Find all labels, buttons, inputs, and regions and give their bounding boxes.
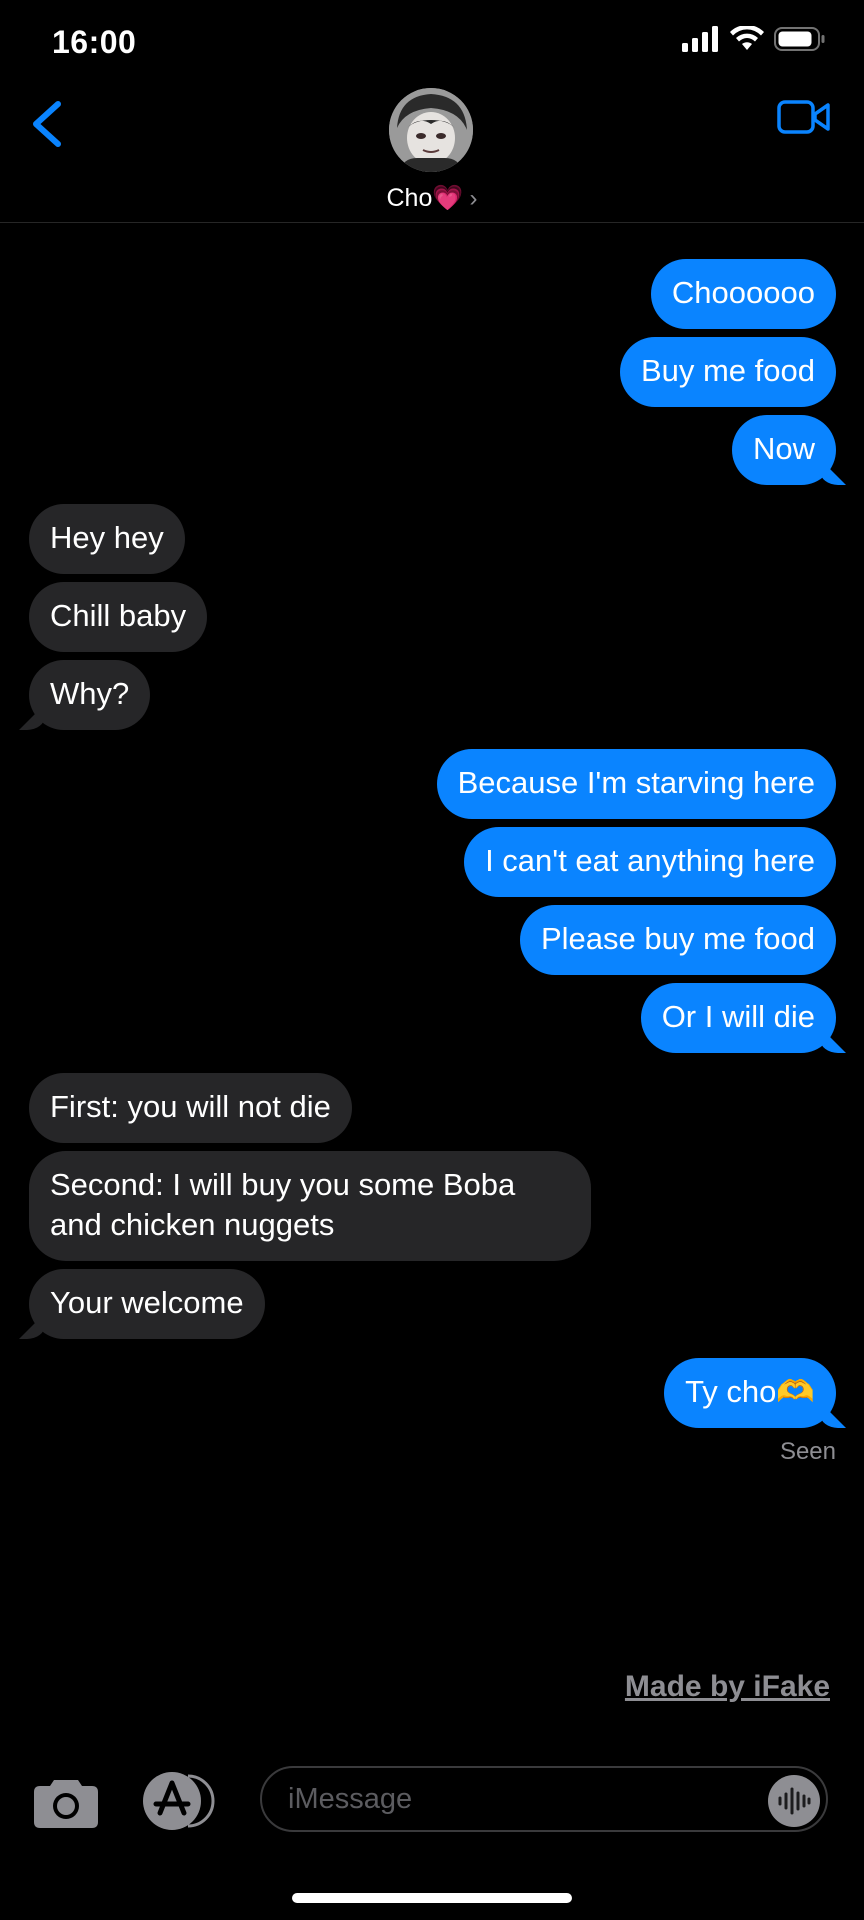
contact-name: Cho💗 bbox=[386, 184, 464, 212]
message-bubble[interactable]: Buy me food bbox=[619, 337, 836, 407]
message-text: Second: I will buy you some Boba and chi… bbox=[50, 1167, 516, 1242]
message-sent[interactable]: Because I'm starving here bbox=[436, 749, 836, 819]
message-sent[interactable]: Ty cho🫶 bbox=[664, 1358, 836, 1428]
message-bubble[interactable]: Now bbox=[731, 415, 836, 485]
audio-waveform-icon bbox=[778, 1787, 811, 1815]
message-bubble[interactable]: Ty cho🫶 bbox=[664, 1358, 836, 1428]
message-text: Buy me food bbox=[640, 353, 815, 388]
avatar-image bbox=[389, 88, 473, 172]
message-sent[interactable]: I can't eat anything here bbox=[464, 827, 836, 897]
video-camera-icon bbox=[777, 100, 830, 134]
message-text: Choooooo bbox=[671, 275, 815, 310]
contact-name-button[interactable]: Cho💗 › bbox=[0, 184, 864, 213]
voice-message-button[interactable] bbox=[768, 1775, 820, 1827]
message-sent[interactable]: Choooooo bbox=[650, 259, 836, 329]
message-text: Now bbox=[752, 431, 815, 466]
read-receipt: Seen bbox=[779, 1438, 836, 1465]
message-text: Hey hey bbox=[50, 520, 164, 555]
cellular-signal-icon bbox=[682, 26, 718, 52]
chevron-left-icon bbox=[33, 101, 61, 147]
app-store-button[interactable] bbox=[140, 1770, 218, 1832]
message-bubble[interactable]: First: you will not die bbox=[29, 1073, 352, 1143]
message-received[interactable]: Your welcome bbox=[29, 1269, 265, 1339]
wifi-icon bbox=[730, 26, 764, 50]
chevron-right-icon: › bbox=[469, 185, 478, 212]
message-text: Or I will die bbox=[661, 999, 815, 1034]
message-bubble[interactable]: Why? bbox=[29, 660, 151, 730]
message-bubble[interactable]: Please buy me food bbox=[519, 905, 836, 975]
message-composer bbox=[0, 1752, 864, 1920]
message-received[interactable]: Second: I will buy you some Boba and chi… bbox=[29, 1151, 591, 1261]
watermark-link[interactable]: Made by iFake bbox=[625, 1670, 830, 1704]
message-received[interactable]: Hey hey bbox=[29, 504, 185, 574]
home-indicator[interactable] bbox=[292, 1893, 572, 1903]
message-bubble[interactable]: I can't eat anything here bbox=[464, 827, 836, 897]
message-text: Ty cho🫶 bbox=[685, 1374, 815, 1409]
message-bubble[interactable]: Your welcome bbox=[29, 1269, 265, 1339]
message-bubble[interactable]: Or I will die bbox=[640, 983, 836, 1053]
message-text: I can't eat anything here bbox=[485, 843, 815, 878]
status-time: 16:00 bbox=[52, 24, 137, 60]
message-text: Why? bbox=[50, 676, 130, 711]
message-text: Because I'm starving here bbox=[457, 765, 815, 800]
camera-button[interactable] bbox=[32, 1772, 100, 1832]
imessage-input[interactable] bbox=[260, 1766, 828, 1832]
message-text: First: you will not die bbox=[50, 1089, 331, 1124]
back-button[interactable] bbox=[28, 96, 68, 152]
message-text: Please buy me food bbox=[540, 921, 815, 956]
status-bar: 16:00 bbox=[0, 0, 864, 84]
message-received[interactable]: First: you will not die bbox=[29, 1073, 352, 1143]
message-text: Your welcome bbox=[50, 1285, 244, 1320]
battery-icon bbox=[774, 27, 825, 51]
message-bubble[interactable]: Second: I will buy you some Boba and chi… bbox=[29, 1151, 591, 1261]
contact-avatar[interactable] bbox=[389, 88, 473, 172]
camera-icon bbox=[34, 1780, 98, 1828]
app-store-icon bbox=[143, 1772, 215, 1830]
message-sent[interactable]: Or I will die bbox=[640, 983, 836, 1053]
message-sent[interactable]: Please buy me food bbox=[519, 905, 836, 975]
message-bubble[interactable]: Choooooo bbox=[650, 259, 836, 329]
conversation-header: Cho💗 › bbox=[0, 84, 864, 223]
facetime-video-button[interactable] bbox=[776, 94, 832, 140]
message-received[interactable]: Why? bbox=[29, 660, 151, 730]
status-icons bbox=[682, 26, 826, 52]
message-text: Chill baby bbox=[50, 598, 187, 633]
message-sent[interactable]: Buy me food bbox=[619, 337, 836, 407]
message-sent[interactable]: Now bbox=[731, 415, 836, 485]
message-bubble[interactable]: Chill baby bbox=[29, 582, 208, 652]
message-received[interactable]: Chill baby bbox=[29, 582, 208, 652]
message-bubble[interactable]: Hey hey bbox=[29, 504, 185, 574]
message-bubble[interactable]: Because I'm starving here bbox=[436, 749, 836, 819]
